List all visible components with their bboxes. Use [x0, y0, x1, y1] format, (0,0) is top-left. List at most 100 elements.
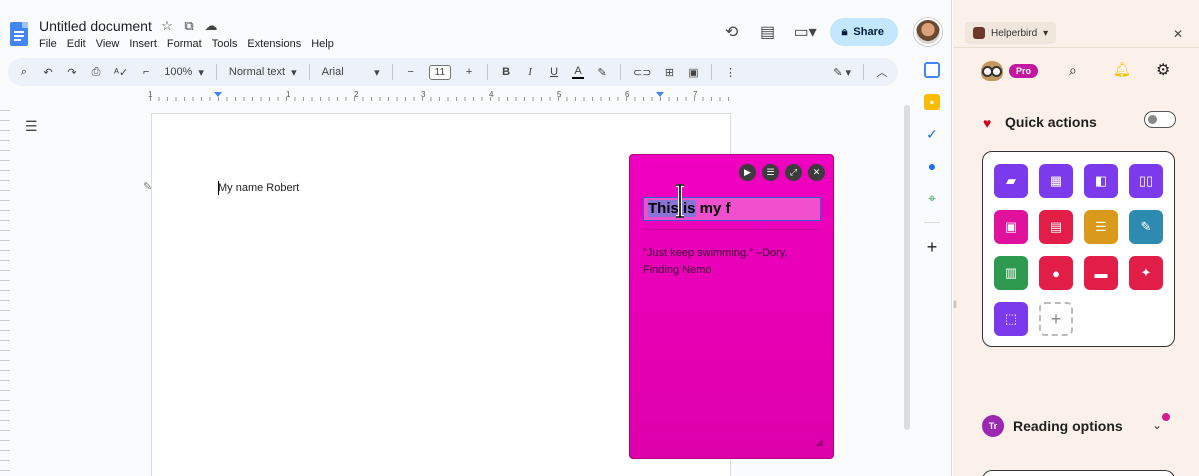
microphone-icon[interactable]: ●: [1039, 256, 1073, 290]
checklist-icon[interactable]: ☰: [762, 164, 779, 181]
zoom-dropdown[interactable]: 100% ▾: [164, 66, 204, 79]
reader-icon[interactable]: ◧: [1084, 164, 1118, 198]
ruler-number: 1: [148, 90, 153, 99]
chevron-down-icon: ▾: [374, 66, 380, 79]
pdf-icon[interactable]: ▣: [994, 210, 1028, 244]
document-text[interactable]: My name Robert: [218, 181, 299, 195]
editing-mode-icon[interactable]: ✎ ▾: [833, 66, 851, 79]
sticky-note-title-input[interactable]: This is my f: [643, 197, 821, 221]
maps-icon[interactable]: ⌖: [924, 190, 940, 206]
notification-bell-icon[interactable]: 🔔︎: [1113, 61, 1131, 78]
layout-icon[interactable]: ▦: [1039, 164, 1073, 198]
helperbird-tab[interactable]: Helperbird ▾: [965, 22, 1057, 44]
decrease-font-size-icon[interactable]: −: [405, 66, 417, 78]
get-addons-icon[interactable]: +: [924, 238, 940, 256]
search-menus-icon[interactable]: ⌕: [18, 66, 30, 79]
toolbar-divider: [391, 64, 393, 80]
panel-resize-handle[interactable]: ‖: [953, 300, 957, 311]
play-icon[interactable]: ▶: [739, 164, 756, 181]
user-avatar[interactable]: [914, 18, 942, 46]
ruler-number: 5: [557, 90, 562, 99]
edit-doc-icon[interactable]: ✎: [1129, 210, 1163, 244]
resize-handle-icon[interactable]: ◢: [815, 437, 823, 448]
toolbar-divider: [620, 64, 622, 80]
menu-view[interactable]: View: [96, 38, 120, 50]
menu-tools[interactable]: Tools: [212, 38, 238, 50]
share-button[interactable]: 🔒︎ Share: [829, 18, 898, 46]
book-icon[interactable]: ▯▯: [1129, 164, 1163, 198]
font-dropdown[interactable]: Arial ▾: [322, 66, 380, 79]
quick-actions-grid: ▰ ▦ ◧ ▯▯ ▣ ▤ ☰ ✎ ▥ ● ▬ ✦ ⬚ +: [982, 151, 1175, 347]
helperbird-header: Pro ⌕ 🔔︎ ⚙: [953, 58, 1199, 88]
reading-book-icon[interactable]: ▥: [994, 256, 1028, 290]
paint-format-icon[interactable]: ⌐: [140, 66, 152, 78]
sparkle-icon[interactable]: ✦: [1129, 256, 1163, 290]
style-dropdown[interactable]: Normal text ▾: [229, 66, 297, 79]
add-quick-action-button[interactable]: +: [1039, 302, 1073, 336]
tasks-icon[interactable]: ✓: [924, 126, 940, 142]
contacts-icon[interactable]: ●: [924, 158, 940, 174]
version-history-icon[interactable]: ⟲: [722, 22, 742, 42]
settings-gear-icon[interactable]: ⚙: [1156, 60, 1170, 80]
text-color-icon[interactable]: A: [572, 65, 585, 79]
note-icon[interactable]: ▬: [1084, 256, 1118, 290]
selected-text: This is: [648, 200, 696, 217]
quick-actions-title: Quick actions: [1005, 114, 1097, 130]
redo-icon[interactable]: ↷: [66, 66, 78, 79]
menu-help[interactable]: Help: [311, 38, 334, 50]
edit-pencil-icon[interactable]: ✎: [143, 180, 152, 193]
menu-extensions[interactable]: Extensions: [247, 38, 301, 50]
share-label: Share: [853, 26, 884, 38]
sticky-note-body[interactable]: "Just keep swimming." –Dory, Finding Nem…: [643, 245, 818, 279]
docs-logo-icon[interactable]: [10, 22, 28, 46]
increase-font-size-icon[interactable]: +: [463, 66, 475, 78]
side-panel-apps: ▪ ✓ ● ⌖ +: [920, 62, 944, 256]
collapse-menus-icon[interactable]: ︿: [876, 64, 888, 80]
close-icon[interactable]: ✕: [808, 164, 825, 181]
reading-options-title[interactable]: Reading options: [1013, 418, 1123, 434]
chat-icon[interactable]: ▰: [994, 164, 1028, 198]
undo-icon[interactable]: ↶: [42, 66, 54, 79]
menu-edit[interactable]: Edit: [67, 38, 86, 50]
insert-link-icon[interactable]: ⊂⊃: [633, 66, 651, 79]
highlight-color-icon[interactable]: ✎: [596, 66, 608, 79]
spellcheck-icon[interactable]: ᴬ✓: [114, 66, 128, 79]
insert-image-icon[interactable]: ▣: [687, 66, 699, 79]
move-folder-icon[interactable]: ⧉: [181, 18, 197, 34]
ruler-number: 1: [286, 90, 291, 99]
menu-insert[interactable]: Insert: [129, 38, 157, 50]
sticky-note[interactable]: ▶ ☰ ⤢ ✕ This is my f "Just keep swimming…: [629, 154, 834, 459]
ruler-number: 2: [354, 90, 359, 99]
horizontal-ruler: 1 1 2 3 4 5 6 7: [148, 90, 730, 102]
form-icon[interactable]: ☰: [1084, 210, 1118, 244]
expand-icon[interactable]: ⤢: [785, 164, 802, 181]
menu-file[interactable]: File: [39, 38, 57, 50]
chevron-down-icon[interactable]: ⌄: [1152, 418, 1162, 432]
add-comment-icon[interactable]: ⊞: [663, 66, 675, 79]
meet-icon[interactable]: ▭▾: [794, 22, 817, 42]
document-outline-icon[interactable]: ☰: [25, 118, 38, 135]
calendar-icon[interactable]: [924, 62, 940, 78]
font-size-input[interactable]: 11: [428, 64, 452, 80]
bold-icon[interactable]: B: [500, 66, 512, 78]
underline-icon[interactable]: U: [548, 66, 560, 78]
star-icon[interactable]: ☆: [159, 18, 175, 34]
chevron-down-icon: ▾: [198, 66, 204, 79]
right-indent-marker[interactable]: [656, 92, 664, 97]
more-options-icon[interactable]: ⋮: [724, 66, 736, 79]
keep-icon[interactable]: ▪: [924, 94, 940, 110]
search-icon[interactable]: ⌕: [1069, 62, 1077, 79]
left-indent-marker[interactable]: [214, 92, 222, 97]
document-scrollbar[interactable]: [904, 105, 910, 430]
document-icon[interactable]: ▤: [1039, 210, 1073, 244]
title-icons: ☆ ⧉ ☁: [159, 18, 219, 34]
print-icon[interactable]: ⎙: [90, 66, 102, 79]
italic-icon[interactable]: I: [524, 66, 536, 78]
document-title[interactable]: Untitled document: [39, 18, 152, 34]
screenshot-icon[interactable]: ⬚: [994, 302, 1028, 336]
comments-icon[interactable]: ▤: [758, 22, 778, 42]
menu-format[interactable]: Format: [167, 38, 202, 50]
close-panel-icon[interactable]: ✕: [1173, 27, 1183, 41]
cloud-status-icon[interactable]: ☁: [203, 18, 219, 34]
quick-actions-toggle[interactable]: [1144, 111, 1176, 128]
